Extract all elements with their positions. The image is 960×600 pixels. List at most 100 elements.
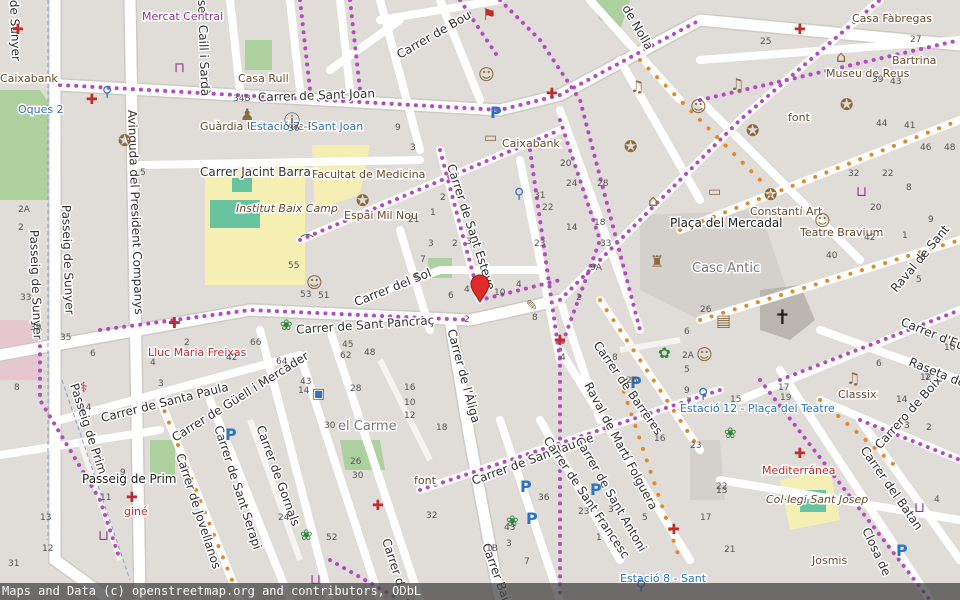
bus-stop-icon: ▣ bbox=[312, 386, 325, 402]
house-number: 28 bbox=[350, 384, 362, 394]
house-number: 3 bbox=[904, 421, 910, 431]
house-number: 3 bbox=[158, 379, 164, 389]
bike-icon: ⚲ bbox=[698, 386, 708, 402]
house-number: 17 bbox=[700, 513, 711, 523]
book-icon: ▤ bbox=[716, 311, 731, 330]
house-number: 13 bbox=[40, 513, 51, 523]
pharmacy-icon: ✚ bbox=[554, 333, 566, 349]
museum-icon: ⌂ bbox=[836, 47, 846, 66]
house-number: 4 bbox=[464, 285, 470, 295]
house-number: 2 bbox=[440, 193, 446, 203]
house-number: 15 bbox=[730, 395, 741, 405]
place-casc-antic: Casc Antic bbox=[692, 261, 760, 276]
house-number: 33 bbox=[600, 239, 611, 249]
house-number: 3 bbox=[506, 539, 512, 549]
house-number: 43 bbox=[890, 77, 901, 87]
parking-icon: P bbox=[225, 425, 237, 444]
map-canvas[interactable]: Carrer de Sant Joan Carrer Jacint Barrau… bbox=[0, 0, 960, 600]
house-number: 7 bbox=[420, 255, 426, 265]
house-number: 52 bbox=[326, 533, 337, 543]
house-number: 2 bbox=[184, 338, 190, 348]
music-icon: ♫ bbox=[630, 77, 644, 96]
house-number: 3 bbox=[466, 237, 472, 247]
house-number: 6 bbox=[876, 359, 882, 369]
house-number: 55 bbox=[288, 261, 299, 271]
house-number: 35 bbox=[60, 333, 71, 343]
parking-icon: P bbox=[490, 103, 502, 122]
art-icon: ✪ bbox=[840, 95, 853, 114]
house-number: 2 bbox=[18, 223, 24, 233]
house-number: 8 bbox=[14, 383, 20, 393]
house-number: 39 bbox=[30, 323, 42, 333]
poi-estacio7: Estació 7 - Sant Joan bbox=[250, 120, 363, 133]
house-number: 39 bbox=[872, 75, 884, 85]
police-icon: ♟ bbox=[240, 105, 254, 124]
house-number: 62 bbox=[340, 351, 351, 361]
theatre-icon: ☺ bbox=[814, 211, 831, 230]
house-number: 23 bbox=[690, 441, 701, 451]
house-number: 22 bbox=[882, 169, 893, 179]
house-number: 42 bbox=[864, 233, 875, 243]
house-number: 10 bbox=[404, 398, 416, 408]
house-number: 6 bbox=[448, 291, 454, 301]
paw-icon: ❀ bbox=[280, 316, 293, 334]
house-number: 21 bbox=[724, 545, 735, 555]
sports-pitch-small bbox=[232, 178, 252, 192]
house-number: 26 bbox=[700, 305, 712, 315]
place-placa-label: Plaça del Mercadal bbox=[670, 216, 783, 230]
house-number: 14 bbox=[566, 223, 578, 233]
house-number: 4 bbox=[516, 280, 522, 290]
poi-mercat-central: Mercat Central bbox=[142, 10, 223, 23]
poi-constanti-art: Constantí Art bbox=[750, 205, 823, 218]
house-number: 24 bbox=[278, 513, 290, 523]
house-number: 4 bbox=[934, 495, 940, 505]
poi-bartrina: Bartrina bbox=[892, 54, 936, 67]
market-icon: ⊓ bbox=[174, 60, 185, 76]
house-number: 9 bbox=[395, 123, 401, 133]
pharmacy-icon: ✚ bbox=[668, 522, 680, 538]
parking-icon: P bbox=[896, 541, 908, 560]
house-number: 7 bbox=[524, 557, 530, 567]
cave-icon: ⌒ bbox=[300, 234, 314, 250]
house-number: 11 bbox=[100, 493, 111, 503]
bike-icon: ⚲ bbox=[514, 186, 524, 202]
house-number: 24 bbox=[566, 179, 578, 189]
poi-caixabank: Caixabank bbox=[502, 137, 560, 150]
house-number: 45 bbox=[342, 340, 353, 350]
house-number: 30 bbox=[324, 421, 336, 431]
house-number: 36 bbox=[288, 124, 300, 134]
house-number: 1B bbox=[486, 544, 498, 554]
house-number: 6 bbox=[90, 349, 96, 359]
house-number: 8 bbox=[906, 183, 912, 193]
house-number: 51 bbox=[318, 291, 329, 301]
place-el-carme: el Carme bbox=[338, 419, 397, 434]
house-number: 8 bbox=[920, 253, 926, 263]
art-icon: ✪ bbox=[764, 185, 777, 204]
house-number: 25 bbox=[760, 37, 771, 47]
atm-icon: ▭ bbox=[708, 184, 721, 200]
house-number: 26 bbox=[626, 376, 638, 386]
house-number: 23 bbox=[534, 239, 545, 249]
house-number: 26 bbox=[350, 457, 362, 467]
pharmacy-icon: ✚ bbox=[168, 314, 181, 332]
house-number: 9 bbox=[120, 468, 126, 478]
house-number: 1 bbox=[430, 208, 436, 218]
house-number: 48 bbox=[944, 143, 956, 153]
house-number: 13 bbox=[716, 486, 727, 496]
poi-institut: Institut Baix Camp bbox=[236, 202, 338, 215]
poi-facultat: Facultat de Medicina bbox=[312, 168, 425, 181]
art-icon: ✪ bbox=[746, 121, 759, 140]
museum-icon: ⌂ bbox=[648, 191, 658, 210]
paw-icon: ❀ bbox=[300, 526, 313, 544]
poi-casa-rull: Casa Rull bbox=[238, 72, 289, 85]
castle-icon: ♜ bbox=[650, 252, 664, 271]
poi-josmis: Josmis bbox=[811, 554, 847, 567]
house-number: 23 bbox=[578, 507, 589, 517]
house-number: 8 bbox=[532, 313, 538, 323]
house-number: 9 bbox=[928, 215, 934, 225]
poi-font1: font bbox=[788, 111, 811, 124]
house-number: 16 bbox=[654, 434, 666, 444]
casa-rull-garden bbox=[245, 40, 272, 70]
house-number: 34B bbox=[233, 94, 251, 104]
house-number: 14 bbox=[896, 395, 908, 405]
